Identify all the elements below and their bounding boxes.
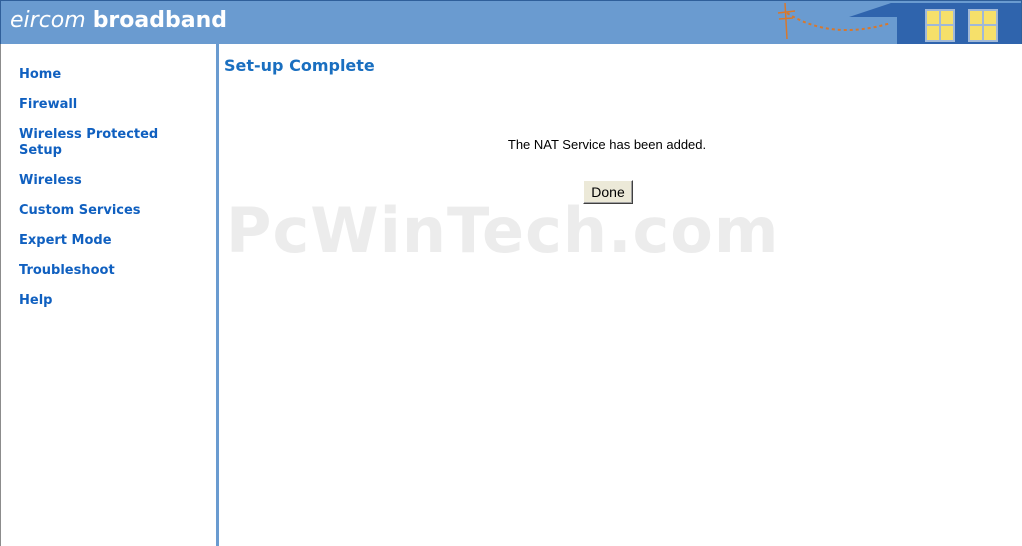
sidebar-item-home[interactable]: Home (19, 67, 209, 83)
sidebar-item-wireless-protected-setup[interactable]: Wireless Protected (19, 127, 209, 143)
main-content: PcWinTech.com Set-up Complete The NAT Se… (219, 44, 1022, 546)
sidebar-item-custom-services[interactable]: Custom Services (19, 203, 209, 219)
watermark-text: PcWinTech.com (226, 194, 780, 267)
house-graphic-icon (777, 2, 1021, 44)
sidebar-item-help[interactable]: Help (19, 293, 209, 309)
logo-eircom-text: eircom (10, 8, 86, 33)
page-title: Set-up Complete (224, 56, 375, 75)
sidebar-item-wireless[interactable]: Wireless (19, 173, 209, 189)
logo-broadband-text: broadband (92, 8, 227, 33)
status-message: The NAT Service has been added. (507, 137, 707, 152)
eircom-broadband-logo: eircom broadband (10, 7, 227, 35)
sidebar-item-expert-mode[interactable]: Expert Mode (19, 233, 209, 249)
header-banner: eircom broadband (0, 0, 1022, 44)
sidebar-item-troubleshoot[interactable]: Troubleshoot (19, 263, 209, 279)
done-button[interactable]: Done (583, 180, 633, 204)
sidebar-item-wireless-protected-setup-line2[interactable]: Setup (19, 143, 209, 159)
sidebar: Home Firewall Wireless Protected Setup W… (0, 44, 219, 546)
sidebar-item-firewall[interactable]: Firewall (19, 97, 209, 113)
